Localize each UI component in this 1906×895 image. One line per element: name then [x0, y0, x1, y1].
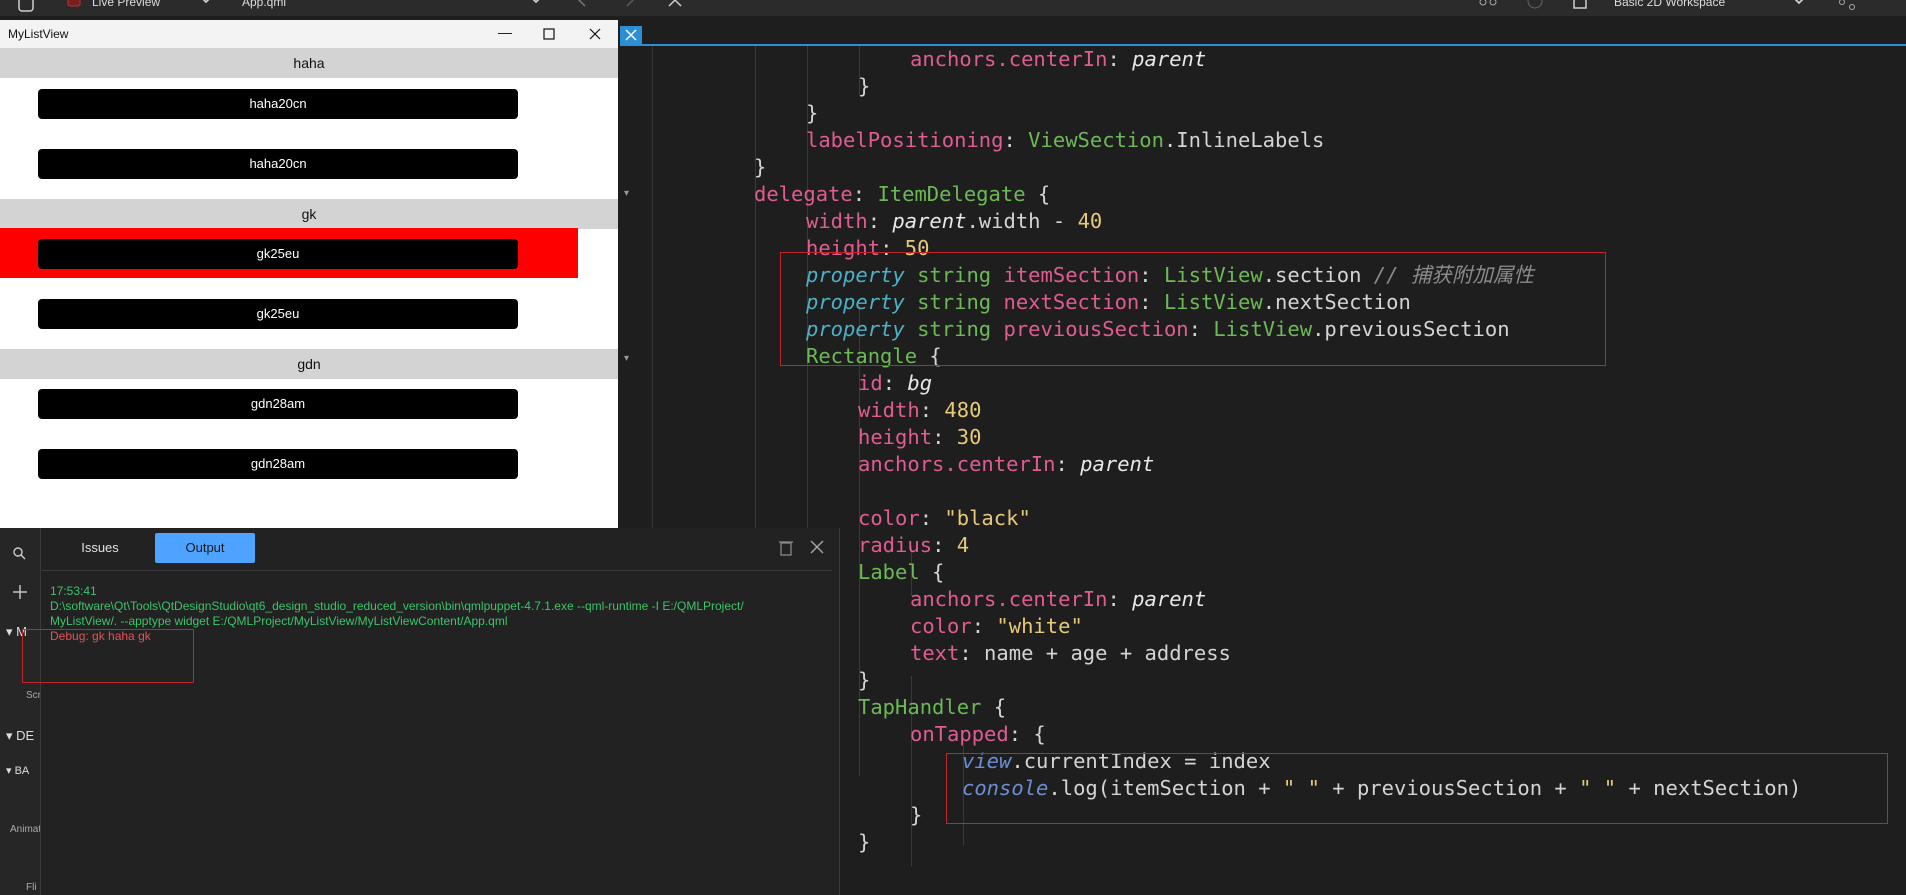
list-item[interactable]: gdn28am [38, 449, 518, 479]
search-icon[interactable] [12, 546, 28, 562]
fold-arrow-icon[interactable]: ▾ [624, 353, 629, 364]
code-line: } [858, 74, 871, 98]
close-panel-icon[interactable] [810, 540, 824, 554]
divider [42, 570, 832, 571]
label-text: BA [14, 765, 30, 777]
code-line: Label { [858, 560, 945, 584]
section-label: haha [293, 55, 325, 71]
output-time: 17:53:41 [50, 584, 97, 598]
edit-icon[interactable] [1526, 0, 1544, 10]
fold-arrow-icon[interactable]: ▾ [624, 188, 629, 199]
code-line: anchors.centerIn: parent [910, 47, 1207, 71]
annotation-box [780, 252, 1606, 366]
stop-icon[interactable] [66, 0, 82, 8]
code-line: anchors.centerIn: parent [910, 587, 1207, 611]
close-file-icon[interactable] [667, 0, 683, 8]
annotation-box [946, 753, 1888, 824]
window-title: MyListView [8, 27, 69, 41]
panel-section-label[interactable]: ▾ BA [6, 764, 29, 777]
code-line: color: "black" [858, 506, 1031, 530]
section-header: gdn [0, 349, 618, 379]
code-line: color: "white" [910, 614, 1083, 638]
chevron-down-icon[interactable] [198, 0, 214, 6]
panel-item-label[interactable]: Fli [26, 882, 37, 893]
code-line: labelPositioning: ViewSection.InlineLabe… [806, 128, 1325, 152]
section-label: gdn [297, 356, 321, 372]
home-icon[interactable] [16, 0, 36, 14]
code-line: text: name + age + address [910, 641, 1231, 665]
code-line: delegate: ItemDelegate { [754, 182, 1051, 206]
list-item[interactable]: gdn28am [38, 389, 518, 419]
section-header: gk [0, 199, 618, 229]
code-line: id: bg [858, 371, 933, 395]
share-icon[interactable] [1838, 0, 1856, 10]
tab-output[interactable]: Output [155, 533, 255, 563]
close-icon [625, 29, 637, 41]
output-panel [40, 528, 840, 895]
forward-arrow-icon[interactable] [623, 0, 637, 8]
code-line: onTapped: { [910, 722, 1046, 746]
code-line: TapHandler { [858, 695, 1007, 719]
list-item[interactable]: gk25eu [38, 239, 518, 269]
code-line: width: 480 [858, 398, 982, 422]
workspace-selector[interactable]: Basic 2D Workspace [1614, 0, 1725, 9]
code-line: height: 30 [858, 425, 982, 449]
code-line: } [754, 155, 767, 179]
panel-section-label[interactable]: ▾ DE [6, 728, 34, 744]
output-command-line: MyListView/. --apptype widget E:/QMLProj… [50, 614, 508, 628]
chevron-down-icon[interactable] [1790, 0, 1808, 6]
file-selector[interactable]: App.qml [242, 0, 286, 9]
close-tab-button[interactable] [620, 26, 642, 44]
panel-item-label[interactable]: Animat [10, 824, 41, 835]
code-line: } [858, 830, 871, 854]
live-preview-label[interactable]: Live Preview [92, 0, 160, 9]
list-item[interactable]: haha20cn [38, 149, 518, 179]
trash-icon[interactable] [778, 538, 794, 556]
top-toolbar: Live Preview App.qml Basic 2D Workspace [0, 0, 1906, 16]
label-text: DE [16, 728, 35, 743]
close-icon[interactable] [589, 28, 601, 40]
code-line: anchors.centerIn: parent [858, 452, 1155, 476]
section-label: gk [301, 206, 317, 222]
chevron-down-icon[interactable] [528, 0, 544, 6]
list-item[interactable]: gk25eu [38, 299, 518, 329]
panel-item-label[interactable]: Scr [26, 690, 41, 701]
code-line: } [806, 101, 819, 125]
preview-titlebar: MyListView — [0, 20, 618, 49]
list-item[interactable]: haha20cn [38, 89, 518, 119]
code-line: width: parent.width - 40 [806, 209, 1103, 233]
section-header: haha [0, 48, 618, 78]
lock-icon[interactable] [1572, 0, 1588, 10]
code-line: } [910, 803, 923, 827]
back-arrow-icon[interactable] [575, 0, 589, 8]
code-line: } [858, 668, 871, 692]
add-icon[interactable] [12, 584, 28, 600]
connections-icon[interactable] [1478, 0, 1498, 10]
code-line: radius: 4 [858, 533, 970, 557]
tab-issues[interactable]: Issues [60, 533, 140, 563]
components-panel: ▾ M Scr ▾ DE ▾ BA Animat Fli [0, 528, 41, 895]
output-command-line: D:\software\Qt\Tools\QtDesignStudio\qt6_… [50, 599, 744, 613]
maximize-icon[interactable] [543, 28, 555, 40]
minimize-icon[interactable]: — [498, 24, 512, 40]
annotation-box [22, 629, 194, 683]
